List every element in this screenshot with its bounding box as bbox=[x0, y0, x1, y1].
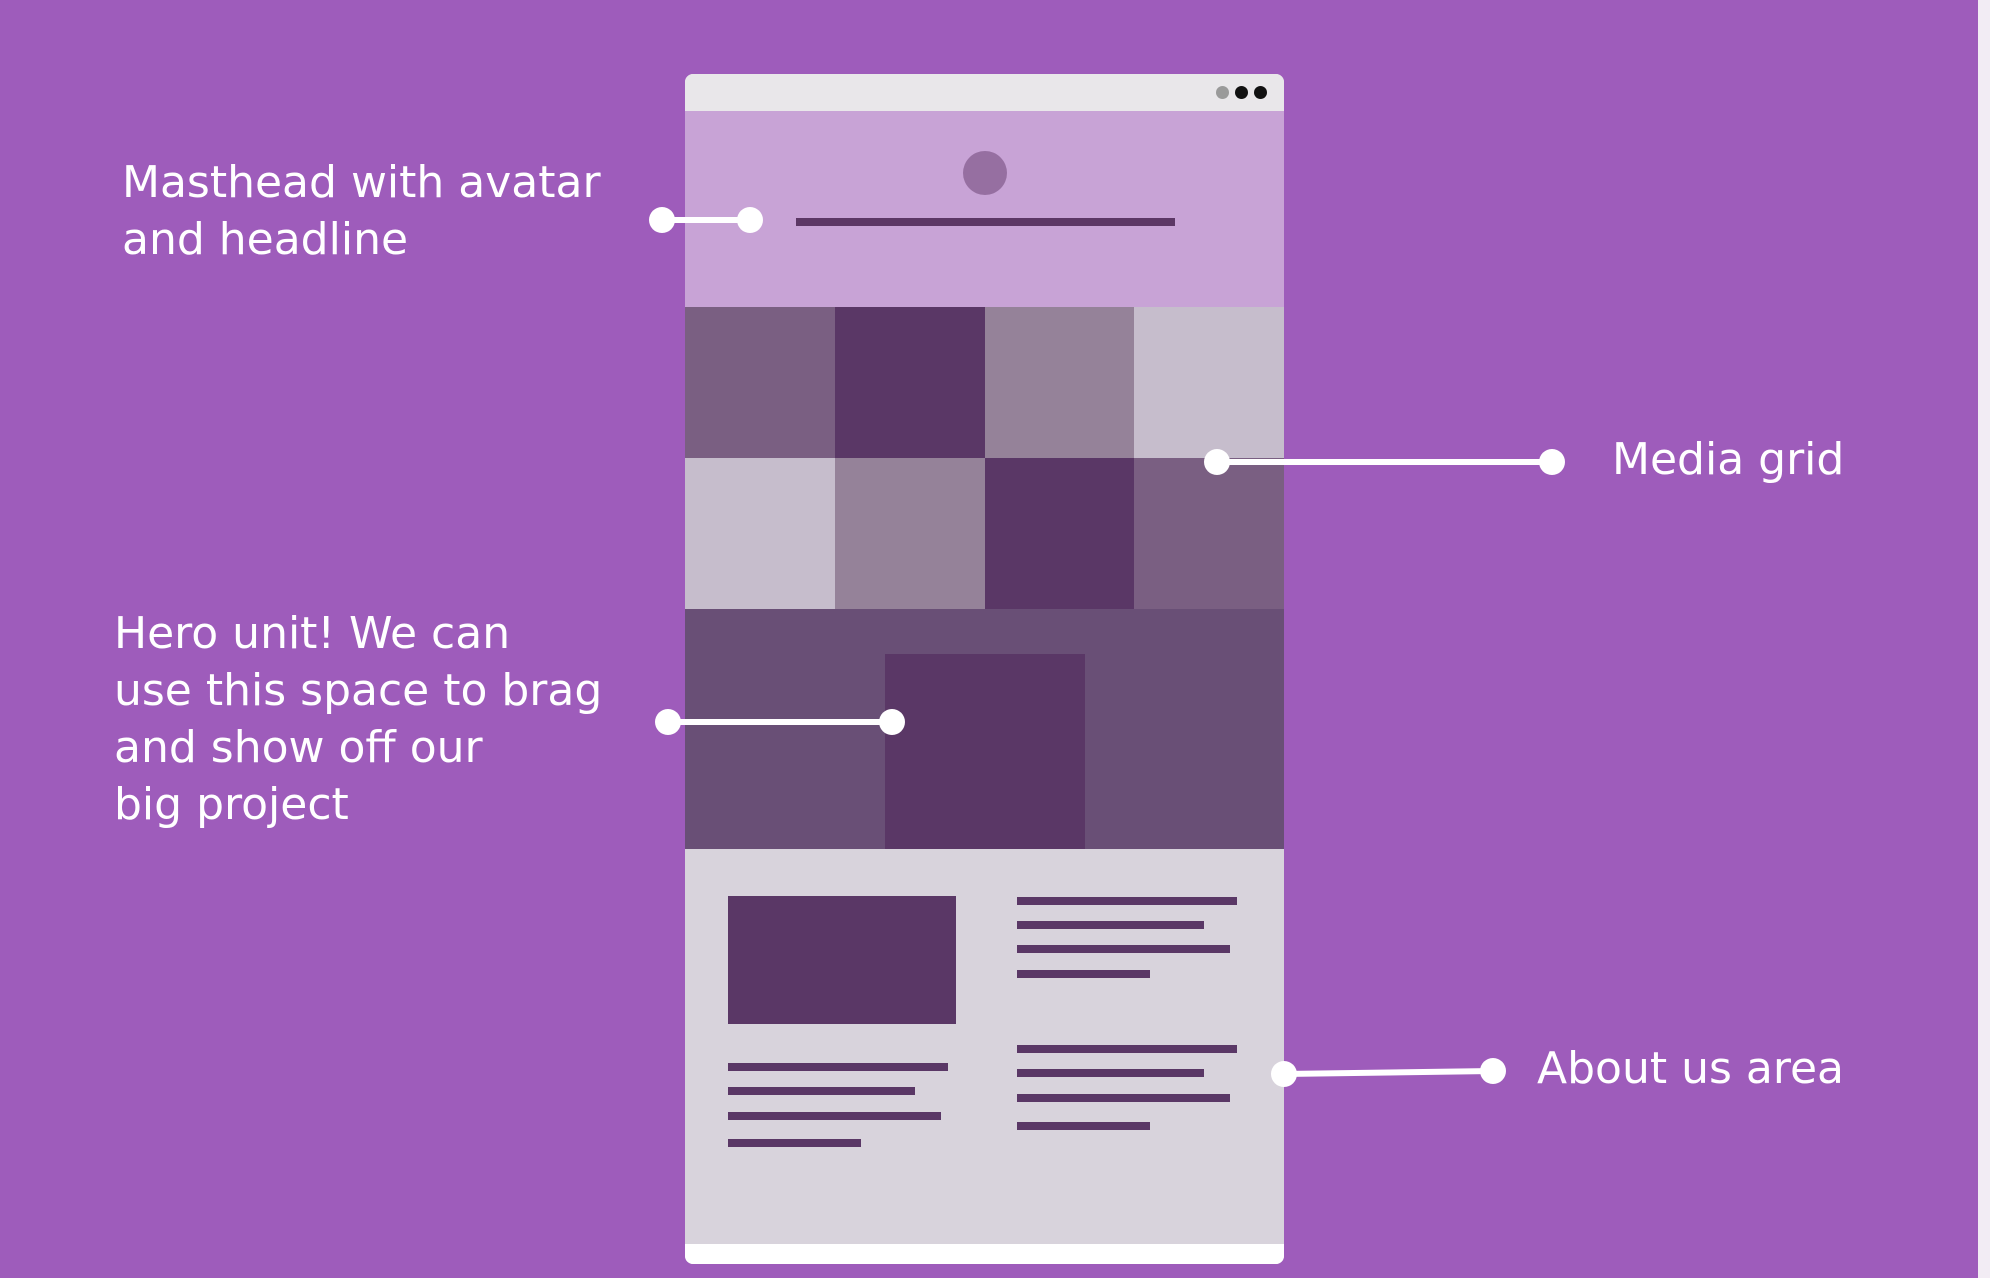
about-callout-dot bbox=[1480, 1058, 1506, 1084]
about-callout-line bbox=[1283, 1068, 1494, 1077]
media-grid-callout-dot bbox=[1204, 449, 1230, 475]
about-annotation: About us area bbox=[1537, 1043, 1844, 1094]
media-grid-callout-dot bbox=[1539, 449, 1565, 475]
hero-callout-dot bbox=[655, 709, 681, 735]
masthead-callout-dot bbox=[737, 207, 763, 233]
hero-annotation: Hero unit! We can use this space to brag… bbox=[114, 608, 603, 830]
about-callout-dot bbox=[1271, 1061, 1297, 1087]
masthead-callout-dot bbox=[649, 207, 675, 233]
hero-callout-dot bbox=[879, 709, 905, 735]
masthead-annotation: Masthead with avatar and headline bbox=[122, 157, 601, 265]
media-grid-annotation: Media grid bbox=[1612, 434, 1845, 485]
